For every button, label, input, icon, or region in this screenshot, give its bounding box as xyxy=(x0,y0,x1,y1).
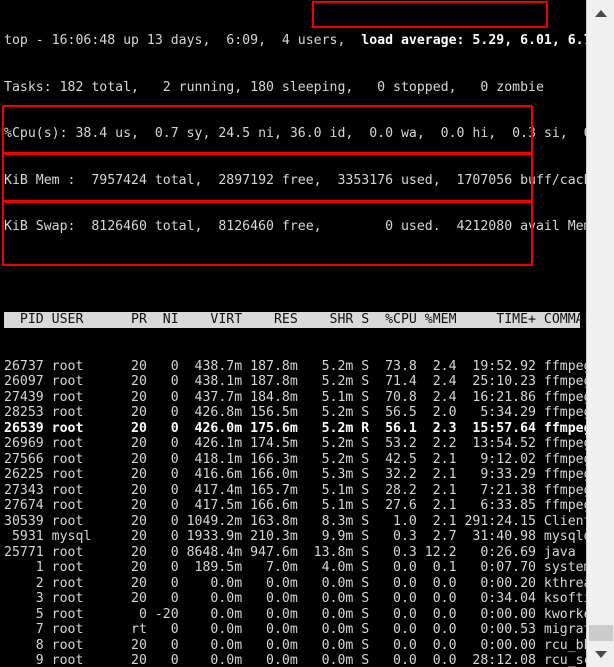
blank-separator-line xyxy=(4,266,586,282)
process-row[interactable]: 2 root 20 0 0.0m 0.0m 0.0m S 0.0 0.0 0:0… xyxy=(4,576,608,592)
process-row[interactable]: 28253 root 20 0 426.8m 156.5m 5.2m S 56.… xyxy=(4,405,592,421)
scroll-down-button[interactable] xyxy=(587,641,614,667)
process-table-body: 26737 root 20 0 438.7m 187.8m 5.2m S 73.… xyxy=(4,359,614,667)
process-row[interactable]: 27566 root 20 0 418.1m 166.3m 5.2m S 42.… xyxy=(4,452,592,468)
summary-line-mem: KiB Mem : 7957424 total, 2897192 free, 3… xyxy=(4,172,600,188)
process-row[interactable]: 7 root rt 0 0.0m 0.0m 0.0m S 0.0 0.0 0:0… xyxy=(4,622,614,638)
process-row[interactable]: 5931 mysql 20 0 1933.9m 210.3m 9.9m S 0.… xyxy=(4,529,592,545)
scroll-up-button[interactable] xyxy=(587,0,614,26)
process-row[interactable]: 9 root 20 0 0.0m 0.0m 0.0m S 0.0 0.0 28:… xyxy=(4,653,614,667)
summary-line-tasks: Tasks: 182 total, 2 running, 180 sleepin… xyxy=(4,79,544,95)
process-row[interactable]: 26225 root 20 0 416.6m 166.0m 5.3m S 32.… xyxy=(4,467,592,483)
top-terminal-window: top - 16:06:48 up 13 days, 6:09, 4 users… xyxy=(0,0,614,667)
process-row[interactable]: 26539 root 20 0 426.0m 175.6m 5.2m R 56.… xyxy=(4,421,592,437)
process-row[interactable]: 30539 root 20 0 1049.2m 163.8m 8.3m S 1.… xyxy=(4,514,614,530)
process-table-header[interactable]: PID USER PR NI VIRT RES SHR S %CPU %MEM … xyxy=(4,312,599,328)
process-row[interactable]: 8 root 20 0 0.0m 0.0m 0.0m S 0.0 0.0 0:0… xyxy=(4,638,592,654)
process-row[interactable]: 3 root 20 0 0.0m 0.0m 0.0m S 0.0 0.0 0:3… xyxy=(4,591,614,607)
vertical-scrollbar[interactable] xyxy=(586,0,614,667)
summary-line-uptime: top - 16:06:48 up 13 days, 6:09, 4 users… xyxy=(4,33,599,49)
terminal-output[interactable]: top - 16:06:48 up 13 days, 6:09, 4 users… xyxy=(0,0,614,667)
process-row[interactable]: 5 root 0 -20 0.0m 0.0m 0.0m S 0.0 0.0 0:… xyxy=(4,607,614,623)
chevron-up-icon xyxy=(594,9,607,17)
process-row[interactable]: 27674 root 20 0 417.5m 166.6m 5.1m S 27.… xyxy=(4,498,592,514)
load-average-text: load average: 5.29, 6.01, 6.79 xyxy=(361,33,600,48)
process-row[interactable]: 26969 root 20 0 426.1m 174.5m 5.2m S 53.… xyxy=(4,436,592,452)
process-row[interactable]: 26737 root 20 0 438.7m 187.8m 5.2m S 73.… xyxy=(4,359,592,375)
process-row[interactable]: 27343 root 20 0 417.4m 165.7m 5.1m S 28.… xyxy=(4,483,592,499)
chevron-down-icon xyxy=(594,650,607,658)
process-row[interactable]: 25771 root 20 0 8648.4m 947.6m 13.8m S 0… xyxy=(4,545,586,561)
process-row[interactable]: 27439 root 20 0 437.7m 184.8m 5.1m S 70.… xyxy=(4,390,592,406)
scrollbar-track[interactable] xyxy=(587,26,614,641)
summary-line-cpu: %Cpu(s): 38.4 us, 0.7 sy, 24.5 ni, 36.0 … xyxy=(4,126,614,141)
uptime-text: top - 16:06:48 up 13 days, 6:09, 4 users… xyxy=(4,33,362,48)
summary-line-swap: KiB Swap: 8126460 total, 8126460 free, 0… xyxy=(4,219,592,234)
process-row[interactable]: 26097 root 20 0 438.1m 187.8m 5.2m S 71.… xyxy=(4,374,592,390)
process-row[interactable]: 1 root 20 0 189.5m 7.0m 4.0m S 0.0 0.1 0… xyxy=(4,560,600,576)
